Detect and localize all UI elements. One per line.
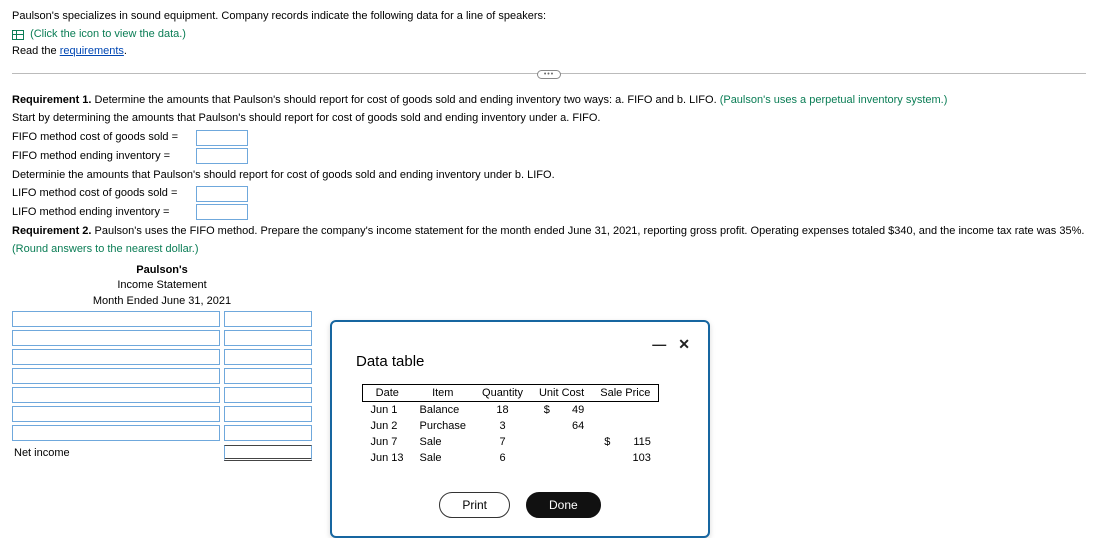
th-qty: Quantity	[474, 385, 531, 402]
stmt-row6-amt[interactable]	[224, 406, 312, 422]
table-row: Jun 13 Sale 6 103	[363, 450, 659, 466]
modal-title: Data table	[356, 353, 690, 370]
req2-paren: (Round answers to the nearest dollar.)	[12, 243, 199, 255]
period: .	[124, 45, 127, 57]
req2-rest: Paulson's uses the FIFO method. Prepare …	[91, 225, 1084, 237]
lifo-cogs-input[interactable]	[196, 186, 248, 202]
problem-intro: Paulson's specializes in sound equipment…	[12, 8, 1086, 61]
stmt-row2-label[interactable]	[12, 330, 220, 346]
stmt-row5-label[interactable]	[12, 387, 220, 403]
stmt-period: Month Ended June 31, 2021	[12, 294, 312, 309]
net-income-label: Net income	[12, 444, 220, 463]
req1-paren: (Paulson's uses a perpetual inventory sy…	[720, 94, 948, 106]
req1-rest: Determine the amounts that Paulson's sho…	[91, 94, 719, 106]
stmt-row1-label[interactable]	[12, 311, 220, 327]
income-statement: Paulson's Income Statement Month Ended J…	[12, 263, 312, 463]
stmt-row2-amt[interactable]	[224, 330, 312, 346]
req1-start-fifo: Start by determining the amounts that Pa…	[12, 109, 1086, 128]
data-table-modal: — ✕ Data table Date Item Quantity Unit C…	[330, 320, 710, 538]
th-sale-price: Sale Price	[592, 385, 659, 402]
fifo-ei-label: FIFO method ending inventory =	[12, 147, 192, 166]
done-button[interactable]: Done	[526, 492, 601, 518]
stmt-row1-amt[interactable]	[224, 311, 312, 327]
requirement-2-heading: Requirement 2. Paulson's uses the FIFO m…	[12, 222, 1086, 259]
net-income-input[interactable]	[224, 445, 312, 461]
fifo-ei-input[interactable]	[196, 148, 248, 164]
req1-bold: Requirement 1.	[12, 94, 91, 106]
lifo-ei-label: LIFO method ending inventory =	[12, 203, 192, 222]
th-item: Item	[412, 385, 474, 402]
stmt-row7-amt[interactable]	[224, 425, 312, 441]
close-icon[interactable]: ✕	[678, 336, 690, 353]
stmt-row6-label[interactable]	[12, 406, 220, 422]
stmt-row5-amt[interactable]	[224, 387, 312, 403]
stmt-row4-label[interactable]	[12, 368, 220, 384]
table-row: Jun 1 Balance 18 $ 49	[363, 402, 659, 419]
requirements-link[interactable]: requirements	[60, 45, 124, 57]
stmt-row3-label[interactable]	[12, 349, 220, 365]
req1-determine-lifo: Determinie the amounts that Paulson's sh…	[12, 166, 1086, 185]
stmt-row4-amt[interactable]	[224, 368, 312, 384]
read-the-text: Read the	[12, 45, 60, 57]
data-table: Date Item Quantity Unit Cost Sale Price …	[362, 384, 659, 466]
stmt-company: Paulson's	[136, 264, 188, 276]
table-row: Jun 7 Sale 7 $ 115	[363, 434, 659, 450]
table-row: Jun 2 Purchase 3 64	[363, 418, 659, 434]
view-data-link[interactable]: (Click the icon to view the data.)	[30, 28, 186, 40]
lifo-ei-input[interactable]	[196, 204, 248, 220]
req2-bold: Requirement 2.	[12, 225, 91, 237]
th-date: Date	[363, 385, 412, 402]
stmt-row7-label[interactable]	[12, 425, 220, 441]
print-button[interactable]: Print	[439, 492, 510, 518]
stmt-row3-amt[interactable]	[224, 349, 312, 365]
th-unit-cost: Unit Cost	[531, 385, 592, 402]
stmt-title: Income Statement	[12, 278, 312, 293]
minimize-icon[interactable]: —	[652, 336, 666, 353]
fifo-cogs-input[interactable]	[196, 130, 248, 146]
lifo-cogs-label: LIFO method cost of goods sold =	[12, 184, 192, 203]
table-icon[interactable]	[12, 30, 24, 40]
intro-line-1: Paulson's specializes in sound equipment…	[12, 8, 1086, 26]
fifo-cogs-label: FIFO method cost of goods sold =	[12, 128, 192, 147]
requirement-1-heading: Requirement 1. Determine the amounts tha…	[12, 91, 1086, 110]
divider-handle[interactable]: •••	[537, 70, 561, 79]
